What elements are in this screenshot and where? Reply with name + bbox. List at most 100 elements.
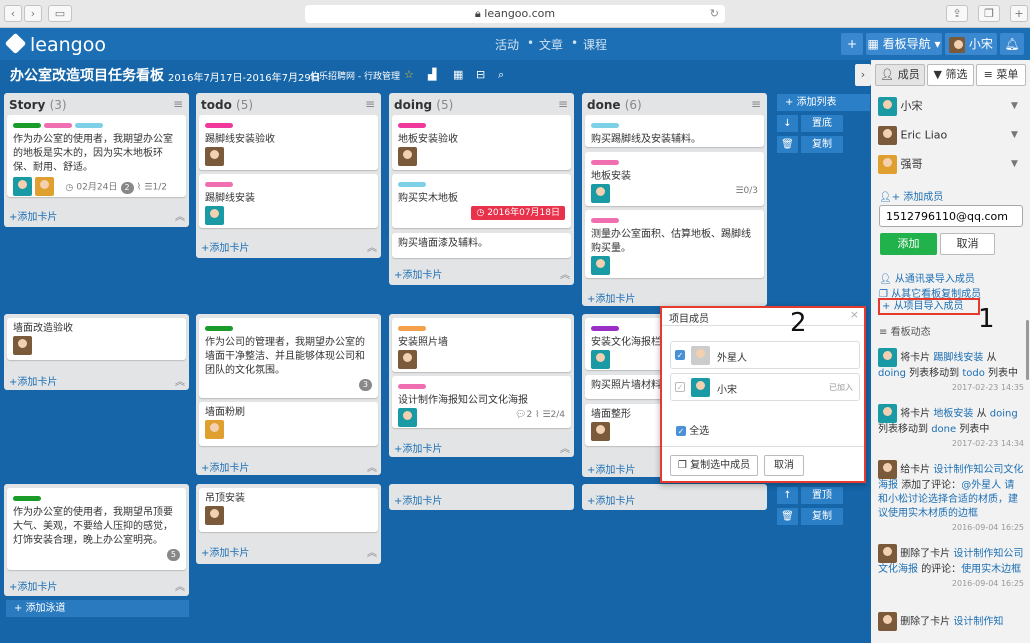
add-card-link[interactable]: +添加卡片 xyxy=(9,208,57,223)
trash-icon[interactable]: 🗑︎ xyxy=(777,508,798,525)
card[interactable]: 地板安装 ☰0/3 xyxy=(585,152,764,206)
card[interactable]: 墙面改造验收 xyxy=(7,318,186,360)
table-icon[interactable]: ▦ xyxy=(453,68,463,81)
member-row[interactable]: Eric Liao xyxy=(878,126,947,145)
star-icon[interactable]: ☆ xyxy=(404,68,414,81)
copy-button[interactable]: 复制 xyxy=(801,508,843,525)
menu-icon[interactable]: ≡ xyxy=(751,97,761,111)
card[interactable]: 吊顶安装 xyxy=(199,488,378,532)
copy-selected-button[interactable]: ❐ 复制选中成员 xyxy=(670,455,758,476)
import-contacts-link[interactable]: 👤︎ 从通讯录导入成员 xyxy=(879,270,975,285)
card[interactable]: 购买踢脚线及安装辅料。 xyxy=(585,115,764,147)
logo-text[interactable]: leangoo xyxy=(30,32,106,58)
arrow-up-icon[interactable]: ↑ xyxy=(777,487,798,504)
add-button[interactable]: + xyxy=(841,33,863,55)
tabs-icon[interactable]: ❐ xyxy=(978,5,1000,22)
add-card-link[interactable]: +添加卡片 xyxy=(201,239,249,254)
collapse-icon[interactable]: ︽ xyxy=(560,266,570,281)
card[interactable]: 墙面粉刷 xyxy=(199,402,378,446)
collapse-icon[interactable]: ︽ xyxy=(560,440,570,455)
menu-icon[interactable]: ≡ xyxy=(173,97,183,111)
arrow-down-icon[interactable]: ↓ xyxy=(777,115,798,132)
email-field[interactable] xyxy=(879,205,1023,227)
add-card-link[interactable]: +添加卡片 xyxy=(587,290,635,305)
card[interactable]: 地板安装验收 xyxy=(392,115,571,170)
archive-icon[interactable]: ⊟ xyxy=(476,68,485,81)
forward-icon[interactable]: › xyxy=(24,5,42,22)
add-member-link[interactable]: 👤︎+ 添加成员 xyxy=(879,188,943,203)
sidebar-collapse-icon[interactable]: › xyxy=(855,64,871,86)
share-icon[interactable]: ⇪ xyxy=(946,5,968,22)
menu-icon[interactable]: ≡ xyxy=(365,97,375,111)
member-row[interactable]: 强哥 xyxy=(878,155,923,174)
add-list-button[interactable]: + 添加列表 xyxy=(777,94,870,111)
filter-icon[interactable]: ▼ xyxy=(1011,130,1018,140)
copy-button[interactable]: 复制 xyxy=(801,136,843,153)
move-bottom-button[interactable]: 置底 xyxy=(801,115,843,132)
collapse-icon[interactable]: ︽ xyxy=(367,459,377,474)
checkbox[interactable]: ✓ xyxy=(675,350,685,360)
board-nav-button[interactable]: ▦ 看板导航 ▾ xyxy=(866,33,942,55)
card[interactable]: 购买实木地板 ◷ 2016年07月18日 xyxy=(392,174,571,228)
board-org[interactable]: 伯乐招聘网 - 行政管理 xyxy=(310,69,400,82)
menu-icon[interactable]: ≡ xyxy=(558,97,568,111)
card[interactable]: 踢脚线安装验收 xyxy=(199,115,378,170)
card[interactable]: 购买墙面漆及辅料。 xyxy=(392,233,571,258)
card[interactable]: 作为公司的管理者，我期望办公室的墙面干净整洁、并且能够体现公司和团队的文化氛围。… xyxy=(199,318,378,398)
add-card-link[interactable]: +添加卡片 xyxy=(394,266,442,281)
card[interactable]: 作为办公室的使用者，我期望办公室的地板是实木的，因为实木地板环保、耐用、舒适。 … xyxy=(7,115,186,197)
url-bar[interactable]: 🔒︎ leangoo.com ↻ xyxy=(305,5,725,23)
member-row[interactable]: 小宋 xyxy=(878,97,923,116)
select-all-checkbox[interactable]: ✓ 全选 xyxy=(676,422,709,437)
card[interactable]: 设计制作海报知公司文化海报 💬︎2 ⌇ ☰2/4 xyxy=(392,376,571,428)
add-card-link[interactable]: +添加卡片 xyxy=(394,492,442,507)
trash-icon[interactable]: 🗑︎ xyxy=(777,136,798,153)
member-option[interactable]: ✓ 小宋 已加入 xyxy=(670,373,860,401)
card[interactable]: 安装照片墙 xyxy=(392,318,571,372)
cancel-button[interactable]: 取消 xyxy=(940,233,995,255)
collapse-icon[interactable]: ︽ xyxy=(175,208,185,223)
card[interactable]: 测量办公室面积、估算地板、踢脚线购买量。 xyxy=(585,210,764,278)
new-tab-icon[interactable]: + xyxy=(1010,5,1028,22)
card[interactable]: 踢脚线安装 xyxy=(199,174,378,228)
add-lane-button[interactable]: + 添加泳道 xyxy=(6,600,189,617)
nav-activity[interactable]: 活动 xyxy=(495,36,519,53)
chart-icon[interactable]: ▟ xyxy=(428,68,436,81)
cancel-button[interactable]: 取消 xyxy=(764,455,804,476)
add-card-link[interactable]: +添加卡片 xyxy=(587,461,635,476)
add-button[interactable]: 添加 xyxy=(880,233,937,255)
member-option[interactable]: ✓ 外星人 xyxy=(670,341,860,369)
reload-icon[interactable]: ↻ xyxy=(710,5,719,23)
user-menu[interactable]: 小宋 xyxy=(945,33,997,55)
import-project-link[interactable]: + 从项目导入成员 xyxy=(878,298,980,315)
bell-icon[interactable]: 🔔︎ xyxy=(1000,33,1024,55)
add-card-link[interactable]: +添加卡片 xyxy=(9,373,57,388)
filter-icon[interactable]: ▼ xyxy=(1011,159,1018,169)
scrollbar[interactable] xyxy=(1026,320,1029,380)
add-card-link[interactable]: +添加卡片 xyxy=(9,578,57,593)
add-card-link[interactable]: +添加卡片 xyxy=(201,459,249,474)
nav-articles[interactable]: 文章 xyxy=(539,36,563,53)
collapse-icon[interactable]: ︽ xyxy=(367,544,377,559)
add-card-link[interactable]: +添加卡片 xyxy=(201,544,249,559)
sidebar-toggle-icon[interactable]: ▭ xyxy=(48,5,72,22)
close-icon[interactable]: × xyxy=(850,308,859,321)
board-title[interactable]: 办公室改造项目任务看板 xyxy=(10,65,164,85)
add-card-link[interactable]: +添加卡片 xyxy=(587,492,635,507)
collapse-icon[interactable]: ︽ xyxy=(175,373,185,388)
back-icon[interactable]: ‹ xyxy=(4,5,22,22)
collapse-icon[interactable]: ︽ xyxy=(175,578,185,593)
filter-icon[interactable]: ▼ xyxy=(1011,101,1018,111)
tab-filter[interactable]: ▼ 筛选 xyxy=(927,64,974,86)
tab-menu[interactable]: ≡ 菜单 xyxy=(976,64,1026,86)
nav-courses[interactable]: 课程 xyxy=(583,36,607,53)
checkbox[interactable]: ✓ xyxy=(675,382,685,392)
list-title[interactable]: Story (3) xyxy=(9,98,67,112)
list-title[interactable]: doing (5) xyxy=(394,98,453,112)
collapse-icon[interactable]: ︽ xyxy=(367,239,377,254)
search-icon[interactable]: ⌕ xyxy=(498,68,504,82)
move-top-button[interactable]: 置顶 xyxy=(801,487,843,504)
list-title[interactable]: done (6) xyxy=(587,98,642,112)
add-card-link[interactable]: +添加卡片 xyxy=(394,440,442,455)
tab-members[interactable]: 👤︎ 成员 xyxy=(875,64,925,86)
